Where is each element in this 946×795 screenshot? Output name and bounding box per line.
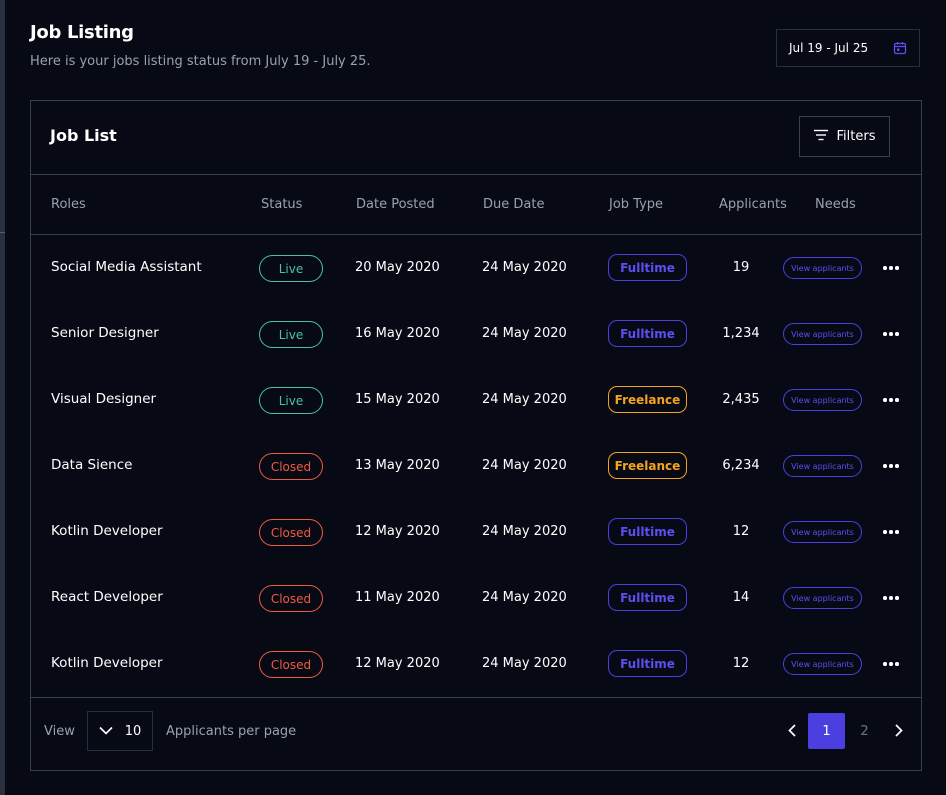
card-title: Job List — [50, 126, 117, 145]
more-options-icon[interactable] — [881, 589, 901, 607]
left-rail — [0, 0, 5, 795]
applicants-count: 1,234 — [722, 326, 760, 341]
view-applicants-button[interactable]: View applicants — [783, 455, 862, 477]
status-badge: Live — [259, 321, 323, 348]
view-applicants-button[interactable]: View applicants — [783, 323, 862, 345]
view-applicants-button[interactable]: View applicants — [783, 587, 862, 609]
job-type-badge: Freelance — [608, 386, 687, 413]
applicants-count: 12 — [732, 656, 750, 671]
status-badge: Closed — [259, 651, 323, 678]
more-options-icon[interactable] — [881, 259, 901, 277]
divider — [31, 697, 921, 698]
column-header-status[interactable]: Status — [261, 197, 302, 212]
per-page-value: 10 — [124, 723, 142, 739]
date-range-label: Jul 19 - Jul 25 — [789, 41, 869, 55]
role-name: Kotlin Developer — [51, 523, 163, 539]
table-row[interactable]: React Developer Closed 11 May 2020 24 Ma… — [31, 565, 921, 631]
column-header-job-type[interactable]: Job Type — [609, 197, 663, 212]
more-options-icon[interactable] — [881, 655, 901, 673]
applicants-count: 2,435 — [722, 392, 760, 407]
chevron-right-icon — [895, 722, 903, 741]
left-rail-divider — [0, 232, 5, 233]
view-applicants-button[interactable]: View applicants — [783, 653, 862, 675]
table-row[interactable]: Visual Designer Live 15 May 2020 24 May … — [31, 367, 921, 433]
page-subtitle: Here is your jobs listing status from Ju… — [30, 54, 371, 69]
view-applicants-button[interactable]: View applicants — [783, 389, 862, 411]
view-applicants-button[interactable]: View applicants — [783, 257, 862, 279]
due-date: 24 May 2020 — [482, 524, 567, 539]
role-name: Data Sience — [51, 457, 133, 473]
table-row[interactable]: Kotlin Developer Closed 12 May 2020 24 M… — [31, 499, 921, 565]
table-row[interactable]: Kotlin Developer Closed 12 May 2020 24 M… — [31, 631, 921, 697]
status-badge: Live — [259, 387, 323, 414]
page-title: Job Listing — [30, 22, 134, 43]
date-posted: 11 May 2020 — [355, 590, 440, 605]
filters-label: Filters — [836, 129, 876, 144]
applicants-count: 12 — [732, 524, 750, 539]
more-options-icon[interactable] — [881, 523, 901, 541]
job-type-badge: Fulltime — [608, 584, 687, 611]
chevron-left-icon — [788, 722, 796, 741]
job-type-badge: Fulltime — [608, 518, 687, 545]
status-badge: Closed — [259, 519, 323, 546]
more-options-icon[interactable] — [881, 325, 901, 343]
more-options-icon[interactable] — [881, 457, 901, 475]
role-name: React Developer — [51, 589, 163, 605]
applicants-count: 6,234 — [722, 458, 760, 473]
status-badge: Closed — [259, 585, 323, 612]
more-options-icon[interactable] — [881, 391, 901, 409]
page-button-1[interactable]: 1 — [808, 713, 845, 749]
previous-page-button[interactable] — [784, 721, 800, 741]
job-type-badge: Fulltime — [608, 254, 687, 281]
status-badge: Live — [259, 255, 323, 282]
per-page-select[interactable]: 10 — [87, 711, 153, 751]
role-name: Social Media Assistant — [51, 259, 202, 275]
due-date: 24 May 2020 — [482, 590, 567, 605]
date-posted: 13 May 2020 — [355, 458, 440, 473]
column-header-date-posted[interactable]: Date Posted — [356, 197, 435, 212]
table-row[interactable]: Senior Designer Live 16 May 2020 24 May … — [31, 301, 921, 367]
due-date: 24 May 2020 — [482, 392, 567, 407]
filters-button[interactable]: Filters — [799, 116, 890, 157]
due-date: 24 May 2020 — [482, 260, 567, 275]
role-name: Senior Designer — [51, 325, 159, 341]
date-posted: 12 May 2020 — [355, 524, 440, 539]
due-date: 24 May 2020 — [482, 458, 567, 473]
column-header-applicants[interactable]: Applicants — [719, 197, 787, 212]
table-header: Roles Status Date Posted Due Date Job Ty… — [31, 175, 921, 234]
table-row[interactable]: Social Media Assistant Live 20 May 2020 … — [31, 235, 921, 301]
job-list-card: Job List Filters Roles Status Date Poste… — [30, 100, 922, 771]
view-label: View — [44, 724, 75, 739]
calendar-icon — [893, 41, 907, 55]
applicants-count: 14 — [732, 590, 750, 605]
chevron-down-icon — [99, 724, 113, 739]
next-page-button[interactable] — [891, 721, 907, 741]
date-posted: 12 May 2020 — [355, 656, 440, 671]
table-row[interactable]: Data Sience Closed 13 May 2020 24 May 20… — [31, 433, 921, 499]
role-name: Kotlin Developer — [51, 655, 163, 671]
date-range-picker[interactable]: Jul 19 - Jul 25 — [776, 29, 920, 67]
column-header-needs[interactable]: Needs — [815, 197, 856, 212]
due-date: 24 May 2020 — [482, 656, 567, 671]
view-applicants-button[interactable]: View applicants — [783, 521, 862, 543]
per-page-label: Applicants per page — [166, 724, 297, 739]
job-type-badge: Freelance — [608, 452, 687, 479]
column-header-due-date[interactable]: Due Date — [483, 197, 544, 212]
date-posted: 15 May 2020 — [355, 392, 440, 407]
status-badge: Closed — [259, 453, 323, 480]
job-type-badge: Fulltime — [608, 320, 687, 347]
date-posted: 20 May 2020 — [355, 260, 440, 275]
job-type-badge: Fulltime — [608, 650, 687, 677]
due-date: 24 May 2020 — [482, 326, 567, 341]
filter-lines-icon — [813, 129, 828, 145]
role-name: Visual Designer — [51, 391, 157, 407]
applicants-count: 19 — [732, 260, 750, 275]
column-header-roles[interactable]: Roles — [51, 197, 86, 212]
page-button-2[interactable]: 2 — [846, 713, 883, 749]
date-posted: 16 May 2020 — [355, 326, 440, 341]
